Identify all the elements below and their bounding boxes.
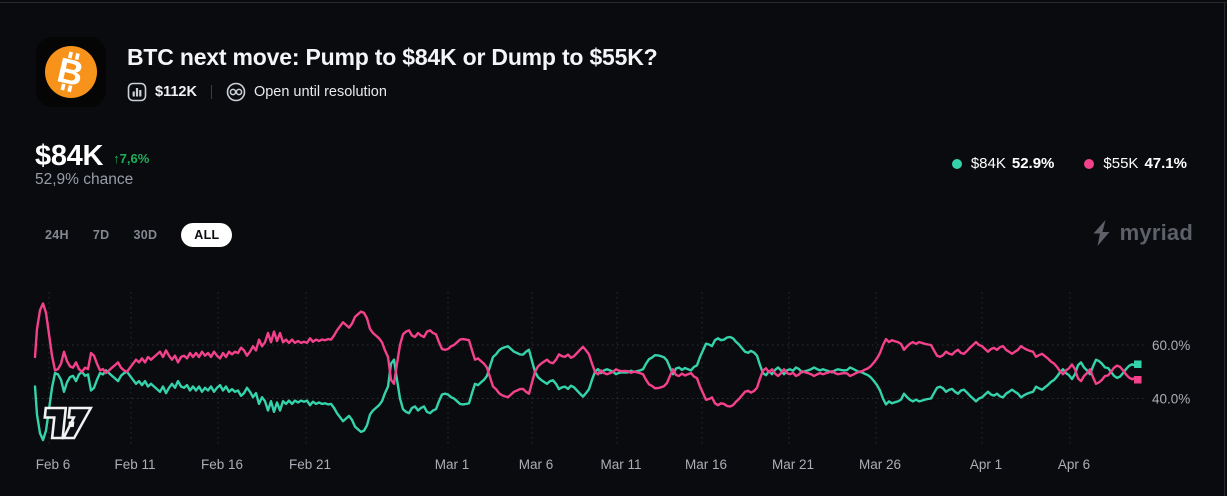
y-tick-label: 40.0% <box>1152 392 1190 407</box>
x-tick-label: Apr 6 <box>1058 457 1090 472</box>
price-chart[interactable]: 60.0% 40.0% Feb 6 Feb 11 Feb 16 Feb 21 Mar 1 Ma… <box>0 0 1227 496</box>
tradingview-watermark <box>43 408 91 438</box>
last-value-marker-55k <box>1134 376 1142 384</box>
x-tick-label: Mar 16 <box>685 457 727 472</box>
x-tick-label: Feb 16 <box>201 457 243 472</box>
x-tick-label: Feb 21 <box>289 457 331 472</box>
last-value-marker-84k <box>1134 360 1142 368</box>
x-tick-label: Feb 6 <box>36 457 71 472</box>
x-tick-label: Mar 6 <box>519 457 554 472</box>
market-page: B BTC next move: Pump to $84K or Dump to… <box>0 0 1227 496</box>
x-tick-label: Mar 11 <box>600 457 641 472</box>
x-tick-label: Mar 21 <box>772 457 814 472</box>
x-tick-label: Mar 1 <box>435 457 470 472</box>
x-tick-label: Mar 26 <box>859 457 901 472</box>
chart-axis-labels: 60.0% 40.0% Feb 6 Feb 11 Feb 16 Feb 21 Mar 1 Ma… <box>36 338 1191 472</box>
x-tick-label: Feb 11 <box>114 457 155 472</box>
y-tick-label: 60.0% <box>1152 338 1190 353</box>
chart-grid <box>32 292 1146 445</box>
x-tick-label: Apr 1 <box>970 457 1002 472</box>
chart-series <box>35 304 1142 441</box>
